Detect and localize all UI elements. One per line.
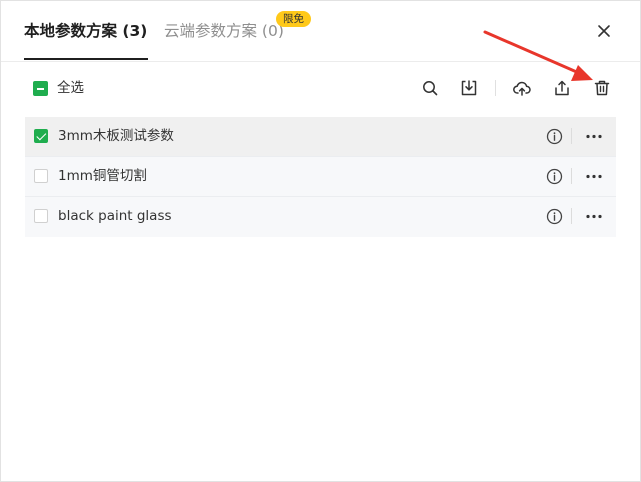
info-icon	[546, 168, 563, 185]
info-button[interactable]	[546, 128, 563, 145]
plan-list: 3mm木板测试参数 1mm铜管切割 black paint glass	[25, 117, 616, 237]
more-button[interactable]	[584, 128, 604, 145]
info-button[interactable]	[546, 208, 563, 225]
more-icon	[586, 214, 602, 219]
tab-bar: 本地参数方案 (3) 云端参数方案 (0) 限免	[1, 1, 640, 62]
plan-row[interactable]: 3mm木板测试参数	[25, 117, 616, 157]
free-badge: 限免	[276, 11, 311, 27]
toolbar-divider	[495, 80, 496, 96]
tab-cloud-plans[interactable]: 云端参数方案 (0)	[164, 20, 284, 42]
cloud-upload-button[interactable]	[512, 78, 532, 98]
row-divider	[571, 208, 572, 224]
row-divider	[571, 128, 572, 144]
export-button[interactable]	[552, 78, 572, 98]
tab-local-plans[interactable]: 本地参数方案 (3)	[24, 20, 147, 42]
cloud-upload-icon	[513, 81, 531, 96]
annotation-arrow-icon	[483, 30, 593, 81]
plan-name: black paint glass	[58, 208, 172, 224]
plan-row[interactable]: 1mm铜管切割	[25, 157, 616, 197]
plan-row[interactable]: black paint glass	[25, 197, 616, 237]
delete-icon	[594, 80, 610, 96]
search-button[interactable]	[420, 78, 440, 98]
more-icon	[586, 174, 602, 179]
info-button[interactable]	[546, 168, 563, 185]
import-button[interactable]	[459, 78, 479, 98]
more-icon	[586, 134, 602, 139]
close-icon	[598, 25, 610, 37]
plan-name: 1mm铜管切割	[58, 168, 147, 184]
delete-button[interactable]	[592, 78, 612, 98]
info-icon	[546, 128, 563, 145]
active-tab-indicator	[24, 58, 148, 60]
import-icon	[461, 80, 477, 96]
export-icon	[555, 80, 569, 96]
row-divider	[571, 168, 572, 184]
close-button[interactable]	[593, 20, 615, 42]
select-all-checkbox[interactable]	[33, 81, 48, 96]
plan-name: 3mm木板测试参数	[58, 128, 174, 144]
plan-checkbox[interactable]	[34, 209, 48, 223]
more-button[interactable]	[584, 168, 604, 185]
more-button[interactable]	[584, 208, 604, 225]
search-icon	[423, 81, 438, 96]
plan-checkbox[interactable]	[34, 129, 48, 143]
select-all-label[interactable]: 全选	[57, 79, 84, 97]
plan-checkbox[interactable]	[34, 169, 48, 183]
plan-dialog: 本地参数方案 (3) 云端参数方案 (0) 限免 全选 3mm木板测试参数 1m…	[0, 0, 641, 482]
info-icon	[546, 208, 563, 225]
